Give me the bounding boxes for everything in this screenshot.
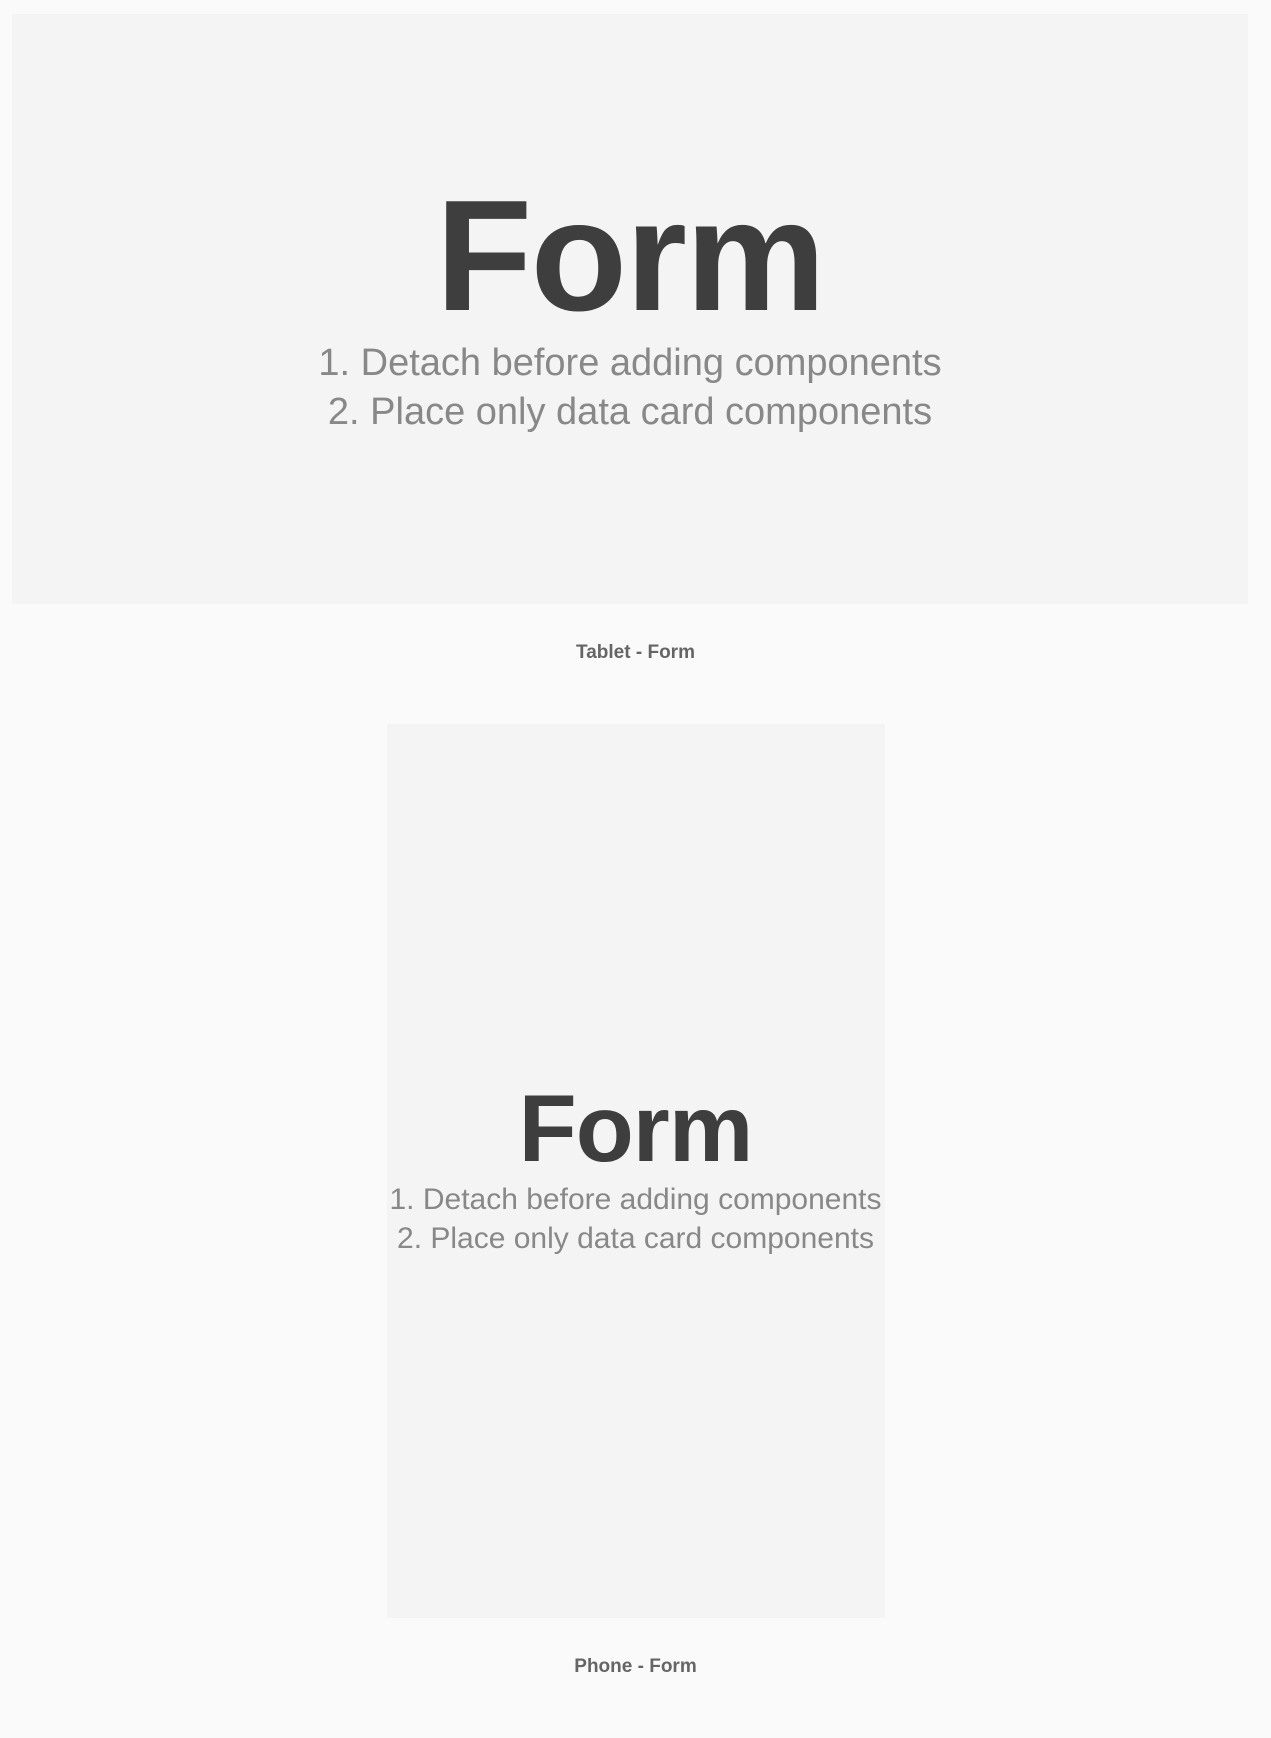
- phone-form-title: Form: [519, 1084, 753, 1174]
- tablet-form-title: Form: [436, 181, 825, 331]
- tablet-instruction-1: 1. Detach before adding components: [318, 339, 941, 388]
- tablet-form-frame: Form 1. Detach before adding components …: [12, 14, 1248, 604]
- phone-inner-content: Form 1. Detach before adding components …: [390, 1084, 882, 1258]
- tablet-caption: Tablet - Form: [576, 642, 695, 664]
- phone-caption: Phone - Form: [574, 1656, 696, 1678]
- phone-form-frame: Form 1. Detach before adding components …: [387, 724, 885, 1618]
- tablet-inner-content: Form 1. Detach before adding components …: [318, 181, 941, 438]
- tablet-instructions: 1. Detach before adding components 2. Pl…: [318, 339, 941, 438]
- page-container: Form 1. Detach before adding components …: [0, 0, 1271, 1738]
- phone-instruction-1: 1. Detach before adding components: [390, 1180, 882, 1219]
- phone-instruction-2: 2. Place only data card components: [390, 1219, 882, 1258]
- tablet-instruction-2: 2. Place only data card components: [318, 388, 941, 437]
- phone-instructions: 1. Detach before adding components 2. Pl…: [390, 1180, 882, 1258]
